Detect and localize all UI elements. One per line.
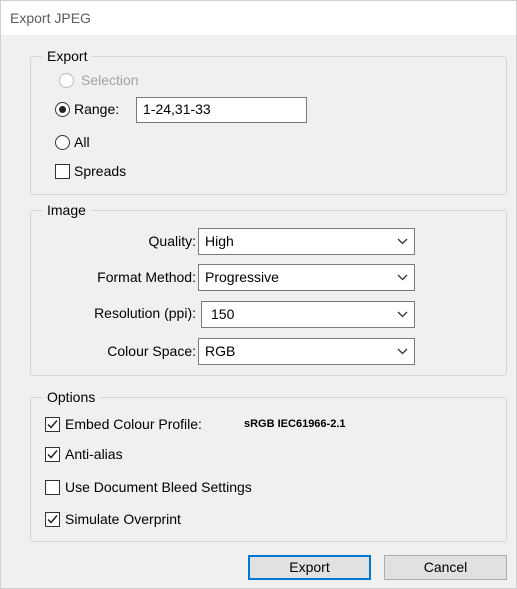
- range-radio[interactable]: [55, 102, 70, 117]
- chevron-down-icon: [397, 348, 408, 355]
- quality-value: High: [205, 233, 234, 249]
- dialog-title: Export JPEG: [10, 10, 91, 26]
- spreads-checkbox[interactable]: [55, 164, 70, 179]
- image-group: Image Quality: High Format Method: Progr…: [30, 202, 507, 376]
- checkmark-icon: [47, 420, 58, 429]
- anti-alias-checkbox[interactable]: [45, 447, 60, 462]
- embed-profile-checkbox[interactable]: [45, 417, 60, 432]
- format-method-value: Progressive: [205, 269, 279, 285]
- options-group: Options Embed Colour Profile: sRGB IEC61…: [30, 389, 507, 542]
- bleed-checkbox[interactable]: [45, 480, 60, 495]
- all-radio[interactable]: [55, 135, 70, 150]
- image-group-legend: Image: [42, 202, 91, 218]
- chevron-down-icon: [397, 274, 408, 281]
- range-input[interactable]: 1-24,31-33: [136, 97, 307, 123]
- radio-selected-dot: [59, 106, 66, 113]
- format-method-label: Format Method:: [97, 269, 196, 285]
- export-group: Export Selection Range: 1-24,31-33 All S…: [30, 48, 507, 195]
- all-label: All: [74, 134, 90, 150]
- export-jpeg-dialog: Export JPEG Export Selection Range: 1-24…: [0, 0, 517, 589]
- title-bar: Export JPEG: [1, 1, 516, 35]
- chevron-down-icon: [397, 311, 408, 318]
- selection-label: Selection: [81, 72, 139, 88]
- overprint-checkbox[interactable]: [45, 512, 60, 527]
- resolution-label: Resolution (ppi):: [94, 305, 196, 321]
- export-button[interactable]: Export: [248, 555, 371, 580]
- selection-radio[interactable]: [59, 73, 74, 88]
- quality-select[interactable]: High: [198, 228, 415, 255]
- checkmark-icon: [47, 515, 58, 524]
- options-group-legend: Options: [42, 389, 101, 405]
- range-label: Range:: [74, 101, 120, 117]
- cancel-button[interactable]: Cancel: [384, 555, 507, 580]
- overprint-label: Simulate Overprint: [65, 511, 181, 527]
- export-group-legend: Export: [42, 48, 93, 64]
- spreads-label: Spreads: [74, 163, 127, 179]
- anti-alias-label: Anti-alias: [65, 446, 123, 462]
- chevron-down-icon: [397, 238, 408, 245]
- profile-value: sRGB IEC61966-2.1: [244, 418, 346, 430]
- resolution-value: 150: [211, 306, 235, 322]
- colour-space-select[interactable]: RGB: [198, 338, 415, 365]
- resolution-combo[interactable]: 150: [201, 301, 415, 328]
- quality-label: Quality:: [148, 233, 196, 249]
- colour-space-label: Colour Space:: [107, 343, 196, 359]
- bleed-label: Use Document Bleed Settings: [65, 479, 252, 495]
- embed-profile-label: Embed Colour Profile:: [65, 416, 202, 432]
- checkmark-icon: [47, 450, 58, 459]
- colour-space-value: RGB: [205, 343, 236, 359]
- format-method-select[interactable]: Progressive: [198, 264, 415, 291]
